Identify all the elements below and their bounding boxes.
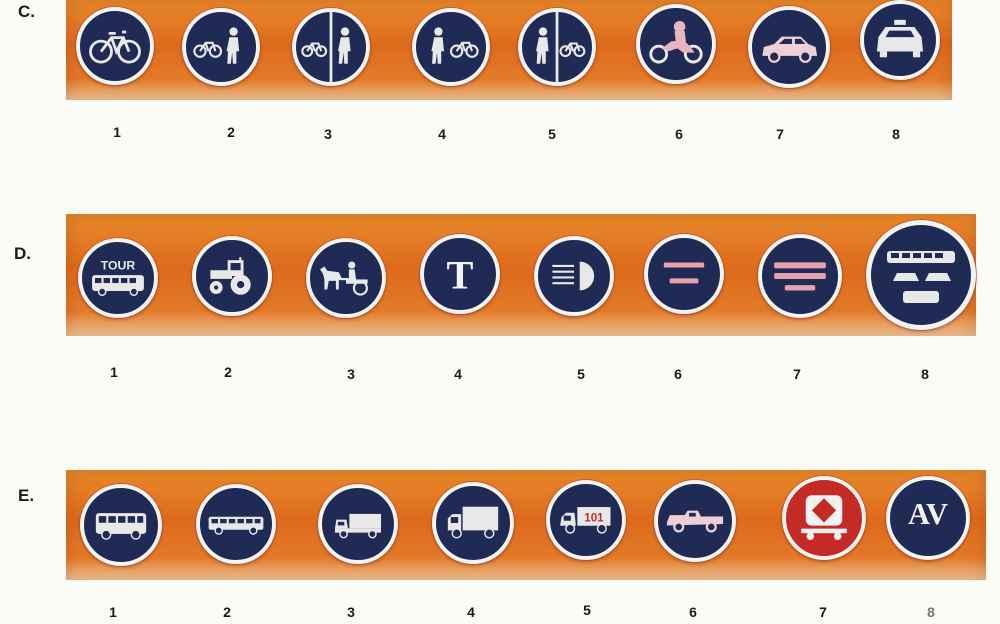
sign-e3[interactable] (318, 484, 398, 564)
row-label-d: D. (14, 244, 31, 263)
bicycle-and-pedestrian-icon (193, 27, 240, 64)
bus-icon (95, 513, 147, 540)
sign-d3[interactable] (306, 238, 386, 318)
headlight-icon (552, 261, 595, 291)
bus-lane-vehicles-icon (887, 251, 955, 303)
row-label-e: E. (18, 486, 35, 505)
sign-c7-number: 7 (776, 126, 784, 142)
sign-e4-number: 4 (467, 604, 475, 620)
sign-c2-number: 2 (227, 124, 235, 140)
pedestrian-bicycle-divided-icon (536, 12, 586, 82)
sign-e6[interactable] (654, 480, 736, 562)
sign-c2[interactable] (182, 8, 260, 86)
sign-d5-number: 5 (577, 366, 585, 382)
car-icon (762, 36, 818, 63)
sign-e5-number: 5 (583, 602, 591, 618)
sign-d5[interactable] (534, 236, 614, 316)
sign-d2[interactable] (192, 236, 272, 316)
hazard-vehicle-icon (801, 495, 847, 541)
sign-d4-number: 4 (454, 366, 462, 382)
tour-bus-text: TOUR (101, 258, 136, 272)
tram-letter-icon: T (447, 252, 474, 297)
sign-c3-number: 3 (324, 126, 332, 142)
sign-e8-number: 8 (927, 604, 935, 620)
sign-c8[interactable] (860, 0, 940, 80)
sign-e4[interactable] (432, 482, 514, 564)
row-label-c: C. (18, 2, 35, 21)
sign-d8-number: 8 (921, 366, 929, 382)
sign-e7[interactable] (782, 476, 866, 560)
sign-e1[interactable] (80, 484, 162, 566)
small-truck-icon (334, 513, 382, 539)
sign-e7-number: 7 (819, 604, 827, 620)
sign-c5[interactable] (518, 8, 596, 86)
numbered-truck-text: 101 (584, 512, 604, 524)
sign-d6-number: 6 (674, 366, 682, 382)
coach-icon (208, 516, 264, 535)
pedestrian-and-bicycle-icon (431, 27, 479, 64)
sign-e6-number: 6 (689, 604, 697, 620)
sign-e8[interactable]: AV (886, 476, 970, 560)
av-letters-text: AV (908, 497, 948, 531)
sign-c6[interactable] (636, 4, 716, 84)
truck-icon (447, 506, 499, 539)
vehicle-lanes-icon (774, 262, 826, 291)
taxi-icon (876, 19, 924, 58)
tractor-icon (209, 257, 251, 295)
sign-c1-number: 1 (113, 124, 121, 140)
bicycle-icon (89, 30, 141, 64)
numbered-truck-icon: 101 (560, 507, 611, 534)
av-letters-icon: AV (908, 497, 948, 531)
sign-d8[interactable] (866, 220, 976, 330)
sign-d6[interactable] (644, 234, 724, 314)
sign-d2-number: 2 (224, 364, 232, 380)
lanes-icon (663, 262, 705, 284)
sign-c1[interactable] (76, 7, 154, 85)
horse-cart-icon (320, 261, 368, 296)
sign-e5[interactable]: 101 (546, 480, 626, 560)
motorcycle-icon (649, 20, 703, 64)
sign-e2[interactable] (196, 484, 276, 564)
sign-e1-number: 1 (109, 604, 117, 620)
bicycle-pedestrian-divided-icon (301, 12, 351, 82)
sign-c5-number: 5 (548, 126, 556, 142)
sign-c6-number: 6 (675, 126, 683, 142)
sign-e3-number: 3 (347, 604, 355, 620)
sign-d1[interactable]: TOUR (78, 238, 158, 318)
pickup-truck-icon (666, 510, 724, 533)
sign-d3-number: 3 (347, 366, 355, 382)
sign-d7[interactable] (758, 234, 842, 318)
tour-bus-icon: TOUR (92, 258, 144, 296)
sign-c7[interactable] (748, 6, 830, 88)
sign-c8-number: 8 (892, 126, 900, 142)
sign-e2-number: 2 (223, 604, 231, 620)
sign-d1-number: 1 (110, 364, 118, 380)
sign-d4[interactable]: T (420, 234, 500, 314)
tram-letter-text: T (447, 252, 474, 297)
sign-c3[interactable] (292, 8, 370, 86)
sign-c4-number: 4 (438, 126, 446, 142)
sign-d7-number: 7 (793, 366, 801, 382)
sign-c4[interactable] (412, 8, 490, 86)
